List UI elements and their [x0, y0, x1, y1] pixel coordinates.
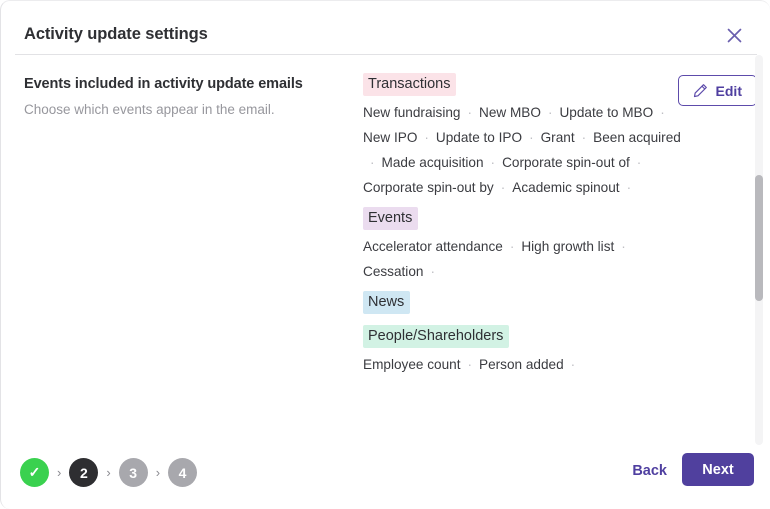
event-item: New IPO	[363, 130, 418, 145]
event-item: Made acquisition	[381, 155, 484, 170]
step-4[interactable]: 4	[168, 458, 198, 487]
dialog-footer: ✓ › 2 › 3 › 4 Back Next	[1, 445, 770, 509]
item-separator: ·	[490, 155, 496, 170]
category-items: New fundraising · New MBO · Update to MBO · Ne…	[363, 100, 693, 200]
section-subtext: Choose which events appear in the email.	[24, 102, 275, 117]
dialog-body: Events included in activity update email…	[1, 55, 770, 445]
event-item: Cessation	[363, 264, 424, 279]
event-item: Corporate spin-out by	[363, 180, 494, 195]
item-separator: ·	[509, 239, 515, 254]
event-item: Employee count	[363, 357, 461, 372]
event-item: Academic spinout	[512, 180, 620, 195]
event-item: High growth list	[521, 239, 615, 254]
item-separator: ·	[467, 105, 473, 120]
event-category-group: Transactions New fundraising · New MBO · Upda…	[363, 73, 743, 200]
event-item: Been acquired	[593, 130, 681, 145]
scrollbar-thumb[interactable]	[755, 175, 763, 301]
step-separator: ›	[106, 465, 111, 480]
event-item: Update to IPO	[435, 130, 523, 145]
item-separator: ·	[529, 130, 534, 145]
category-tag: News	[363, 291, 411, 314]
category-items: Accelerator attendance · High growth list ·…	[363, 234, 693, 284]
item-separator: ·	[570, 357, 576, 372]
event-item: New MBO	[479, 105, 541, 120]
item-separator: ·	[636, 155, 642, 170]
event-item: Update to MBO	[559, 105, 654, 120]
category-items: Employee count · Person added ·	[363, 352, 693, 377]
category-tag: Events	[363, 207, 419, 230]
dialog-header: Activity update settings	[1, 1, 770, 54]
item-separator: ·	[626, 180, 632, 195]
step-2[interactable]: 2	[69, 458, 99, 487]
step-separator: ›	[57, 465, 62, 480]
item-separator: ·	[467, 357, 473, 372]
item-separator: ·	[424, 130, 429, 145]
event-category-group: Events Accelerator attendance · High growth…	[363, 200, 743, 284]
activity-update-settings-dialog: Activity update settings Events included…	[0, 0, 770, 509]
step-1[interactable]: ✓	[20, 458, 49, 487]
category-tag: Transactions	[363, 73, 457, 96]
step-3[interactable]: 3	[118, 458, 148, 487]
item-separator: ·	[660, 105, 665, 120]
page-title: Activity update settings	[24, 25, 208, 43]
step-separator: ›	[155, 465, 161, 480]
section-heading: Events included in activity update email…	[24, 76, 303, 92]
item-separator: ·	[581, 130, 587, 145]
item-separator: ·	[430, 264, 435, 279]
item-separator: ·	[370, 155, 375, 170]
back-button[interactable]: Back	[632, 463, 667, 479]
item-separator: ·	[547, 105, 553, 120]
category-tag: People/Shareholders	[363, 325, 510, 348]
event-item: Corporate spin-out of	[502, 155, 630, 170]
event-item: Accelerator attendance	[363, 239, 503, 254]
next-button[interactable]: Next	[682, 453, 754, 486]
event-item: New fundraising	[363, 105, 461, 120]
event-category-group: People/Shareholders Employee count · Person…	[363, 318, 743, 377]
step-indicator: ✓ › 2 › 3 › 4	[20, 458, 198, 487]
item-separator: ·	[500, 180, 506, 195]
event-item: Grant	[540, 130, 575, 145]
settings-description: Events included in activity update email…	[24, 75, 309, 119]
item-separator: ·	[621, 239, 626, 254]
event-categories-list: Transactions New fundraising · New MBO · Upda…	[363, 73, 743, 377]
close-icon[interactable]	[722, 23, 746, 47]
event-category-group: News	[363, 284, 743, 318]
event-item: Person added	[479, 357, 564, 372]
